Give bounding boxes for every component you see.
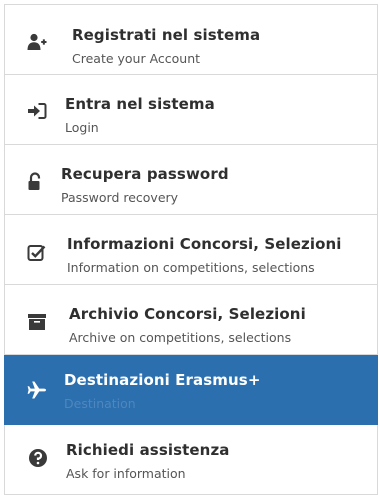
archive-icon <box>27 312 47 332</box>
menu-item-title: Archivio Concorsi, Selezioni <box>69 305 306 323</box>
menu-item-subtitle: Password recovery <box>61 190 179 205</box>
side-menu: Registrati nel sistema Create your Accou… <box>4 4 378 495</box>
menu-item-title: Entra nel sistema <box>65 95 215 113</box>
menu-item-competitions-archive[interactable]: Archivio Concorsi, Selezioni Archive on … <box>4 285 378 355</box>
menu-item-title: Registrati nel sistema <box>72 26 261 44</box>
menu-item-title: Informazioni Concorsi, Selezioni <box>67 235 342 253</box>
menu-item-register[interactable]: Registrati nel sistema Create your Accou… <box>4 4 378 75</box>
sign-in-icon <box>27 101 47 121</box>
menu-item-subtitle: Archive on competitions, selections <box>69 330 292 345</box>
menu-item-title: Recupera password <box>61 165 229 183</box>
menu-item-title: Richiedi assistenza <box>66 441 230 459</box>
menu-item-subtitle: Ask for information <box>66 466 186 481</box>
menu-item-title: Destinazioni Erasmus+ <box>64 371 261 389</box>
menu-item-subtitle: Destination <box>64 396 136 411</box>
menu-item-subtitle: Login <box>65 120 99 135</box>
menu-item-password-recovery[interactable]: Recupera password Password recovery <box>4 145 378 215</box>
menu-item-erasmus-destinations[interactable]: Destinazioni Erasmus+ Destination <box>4 355 378 425</box>
plane-icon <box>27 380 47 400</box>
question-circle-icon <box>28 448 48 468</box>
menu-item-subtitle: Information on competitions, selections <box>67 260 315 275</box>
checkbox-icon <box>27 243 47 263</box>
menu-item-request-assistance[interactable]: Richiedi assistenza Ask for information <box>4 425 378 495</box>
menu-item-subtitle: Create your Account <box>72 51 201 66</box>
unlock-icon <box>25 172 45 192</box>
menu-item-competitions-info[interactable]: Informazioni Concorsi, Selezioni Informa… <box>4 215 378 285</box>
user-plus-icon <box>27 32 47 52</box>
menu-item-login[interactable]: Entra nel sistema Login <box>4 75 378 145</box>
